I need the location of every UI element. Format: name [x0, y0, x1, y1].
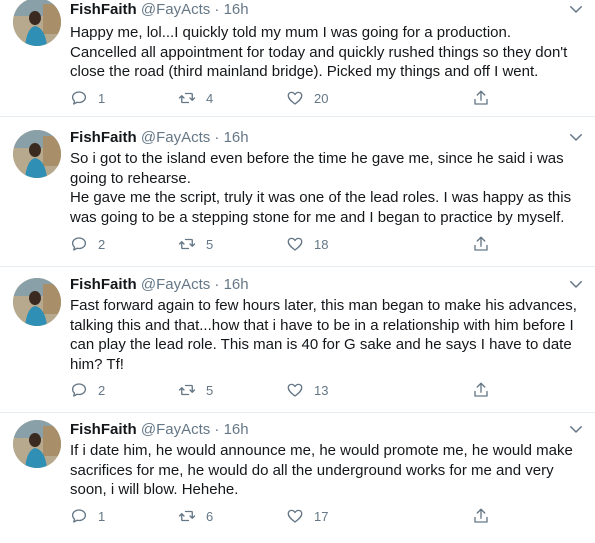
reply-count: 2: [98, 236, 106, 252]
heart-icon: [287, 509, 303, 523]
retweet-icon: [178, 92, 196, 104]
display-name[interactable]: FishFaith: [70, 276, 137, 293]
handle[interactable]: @FayActs: [141, 421, 210, 438]
retweet-count: 6: [206, 508, 214, 524]
reply-icon: [71, 237, 87, 251]
timestamp[interactable]: 16h: [224, 1, 249, 18]
display-name[interactable]: FishFaith: [70, 129, 137, 146]
reply-icon: [71, 509, 87, 523]
like-button[interactable]: 17: [286, 506, 328, 526]
share-button[interactable]: [472, 88, 500, 108]
share-icon: [474, 508, 488, 523]
handle[interactable]: @FayActs: [141, 129, 210, 146]
separator: ·: [214, 129, 220, 146]
chevron-down-icon[interactable]: [567, 420, 585, 438]
reply-count: 2: [98, 382, 106, 398]
tweet-header: FishFaith @FayActs · 16h: [70, 0, 249, 19]
retweet-count: 4: [206, 90, 214, 106]
tweet-text: Fast forward again to few hours later, t…: [70, 297, 577, 373]
retweet-count: 5: [206, 236, 214, 252]
handle[interactable]: @FayActs: [141, 1, 210, 18]
retweet-icon: [178, 510, 196, 522]
share-icon: [474, 90, 488, 105]
chevron-down-icon[interactable]: [567, 128, 585, 146]
tweet-text: Happy me, lol...I quickly told my mum I …: [70, 24, 568, 80]
tweet-actions: 1 4 20: [70, 88, 500, 108]
like-button[interactable]: 13: [286, 380, 328, 400]
tweet-actions: 2 5 13: [70, 380, 500, 400]
tweet-header: FishFaith @FayActs · 16h: [70, 128, 249, 147]
handle[interactable]: @FayActs: [141, 276, 210, 293]
avatar[interactable]: [13, 130, 61, 178]
like-count: 13: [314, 382, 329, 398]
tweet[interactable]: FishFaith @FayActs · 16h So i got to the…: [0, 117, 595, 267]
heart-icon: [287, 383, 303, 397]
share-icon: [474, 236, 488, 251]
tweet[interactable]: FishFaith @FayActs · 16h If i date him, …: [0, 413, 595, 543]
tweet-header: FishFaith @FayActs · 16h: [70, 420, 249, 439]
heart-icon: [287, 237, 303, 251]
separator: ·: [214, 421, 220, 438]
share-button[interactable]: [472, 234, 500, 254]
like-count: 20: [314, 90, 329, 106]
like-count: 17: [314, 508, 329, 524]
reply-button[interactable]: 2: [70, 234, 105, 254]
retweet-icon: [178, 238, 196, 250]
share-button[interactable]: [472, 506, 500, 526]
tweet-actions: 1 6 17: [70, 506, 500, 526]
avatar[interactable]: [13, 278, 61, 326]
separator: ·: [214, 276, 220, 293]
tweet-header: FishFaith @FayActs · 16h: [70, 275, 249, 294]
like-button[interactable]: 20: [286, 88, 328, 108]
tweet[interactable]: FishFaith @FayActs · 16h Fast forward ag…: [0, 267, 595, 413]
avatar[interactable]: [13, 420, 61, 468]
retweet-button[interactable]: 4: [178, 88, 213, 108]
display-name[interactable]: FishFaith: [70, 1, 137, 18]
chevron-down-icon[interactable]: [567, 0, 585, 18]
retweet-count: 5: [206, 382, 214, 398]
share-icon: [474, 382, 488, 397]
chevron-down-icon[interactable]: [567, 275, 585, 293]
reply-icon: [71, 383, 87, 397]
retweet-icon: [178, 384, 196, 396]
separator: ·: [214, 1, 220, 18]
reply-button[interactable]: 2: [70, 380, 105, 400]
retweet-button[interactable]: 6: [178, 506, 213, 526]
tweet-actions: 2 5 18: [70, 234, 500, 254]
retweet-button[interactable]: 5: [178, 234, 213, 254]
reply-icon: [71, 91, 87, 105]
tweet-text: If i date him, he would announce me, he …: [70, 442, 573, 498]
like-count: 18: [314, 236, 329, 252]
reply-button[interactable]: 1: [70, 506, 105, 526]
reply-button[interactable]: 1: [70, 88, 105, 108]
tweet-text: So i got to the island even before the t…: [70, 150, 572, 226]
like-button[interactable]: 18: [286, 234, 328, 254]
heart-icon: [287, 91, 303, 105]
timestamp[interactable]: 16h: [224, 276, 249, 293]
avatar[interactable]: [13, 0, 61, 46]
reply-count: 1: [98, 90, 106, 106]
timestamp[interactable]: 16h: [224, 421, 249, 438]
retweet-button[interactable]: 5: [178, 380, 213, 400]
display-name[interactable]: FishFaith: [70, 421, 137, 438]
tweet[interactable]: FishFaith @FayActs · 16h Happy me, lol..…: [0, 0, 595, 117]
share-button[interactable]: [472, 380, 500, 400]
reply-count: 1: [98, 508, 106, 524]
timestamp[interactable]: 16h: [224, 129, 249, 146]
